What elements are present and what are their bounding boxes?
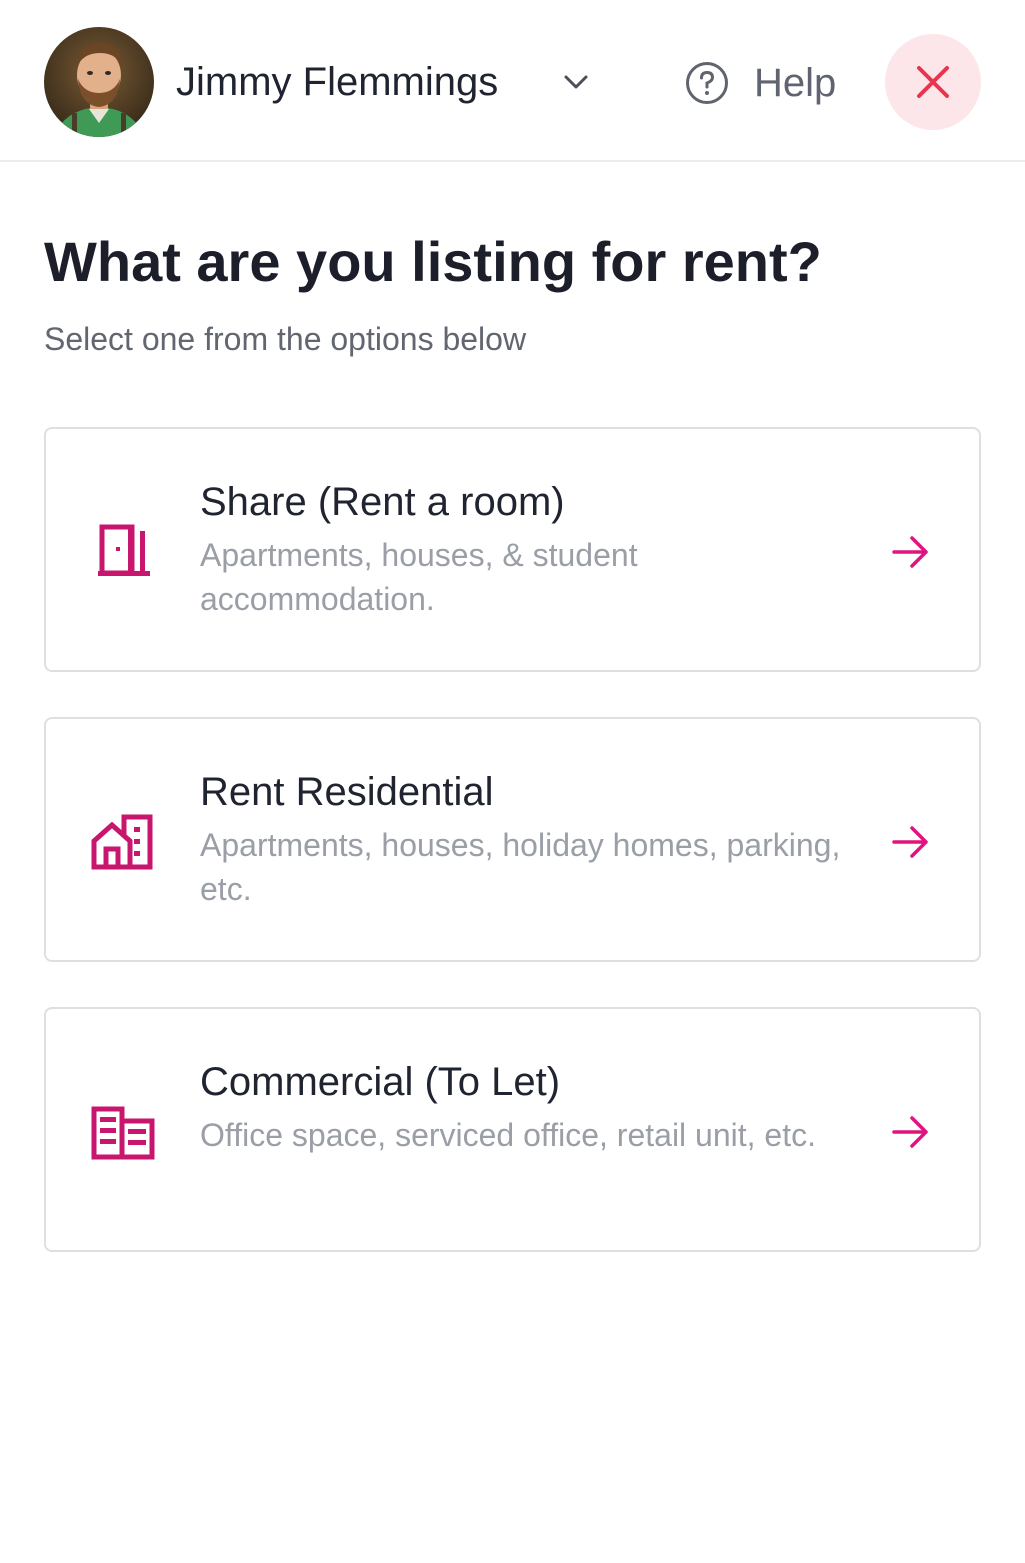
office-building-icon xyxy=(88,1097,158,1167)
user-name[interactable]: Jimmy Flemmings xyxy=(176,56,498,108)
close-button[interactable] xyxy=(885,34,981,130)
close-icon xyxy=(917,66,949,98)
arrow-right-icon[interactable] xyxy=(888,529,934,575)
question-circle-icon xyxy=(684,60,730,106)
option-description: Office space, serviced office, retail un… xyxy=(200,1117,816,1153)
page-subtitle: Select one from the options below xyxy=(44,321,527,357)
arrow-right-icon[interactable] xyxy=(888,1109,934,1155)
user-avatar[interactable] xyxy=(44,27,154,137)
avatar-photo-icon xyxy=(44,27,154,137)
house-building-icon xyxy=(88,807,158,877)
option-title: Rent Residential xyxy=(200,770,494,814)
option-description: Apartments, houses, holiday homes, parki… xyxy=(200,827,841,907)
page-title: What are you listing for rent? xyxy=(44,230,822,293)
option-card-share[interactable]: Share (Rent a room) Apartments, houses, … xyxy=(44,427,981,672)
chevron-down-icon[interactable] xyxy=(556,62,596,102)
option-description: Apartments, houses, & student accommodat… xyxy=(200,537,638,617)
option-title: Commercial (To Let) xyxy=(200,1060,561,1104)
option-title: Share (Rent a room) xyxy=(200,480,565,524)
help-label: Help xyxy=(754,60,837,105)
help-link[interactable]: Help xyxy=(684,58,836,108)
door-icon xyxy=(88,517,158,587)
option-card-residential[interactable]: Rent Residential Apartments, houses, hol… xyxy=(44,717,981,962)
arrow-right-icon[interactable] xyxy=(888,819,934,865)
top-bar: Jimmy Flemmings Help xyxy=(0,0,1025,162)
option-card-commercial[interactable]: Commercial (To Let) Office space, servic… xyxy=(44,1007,981,1252)
